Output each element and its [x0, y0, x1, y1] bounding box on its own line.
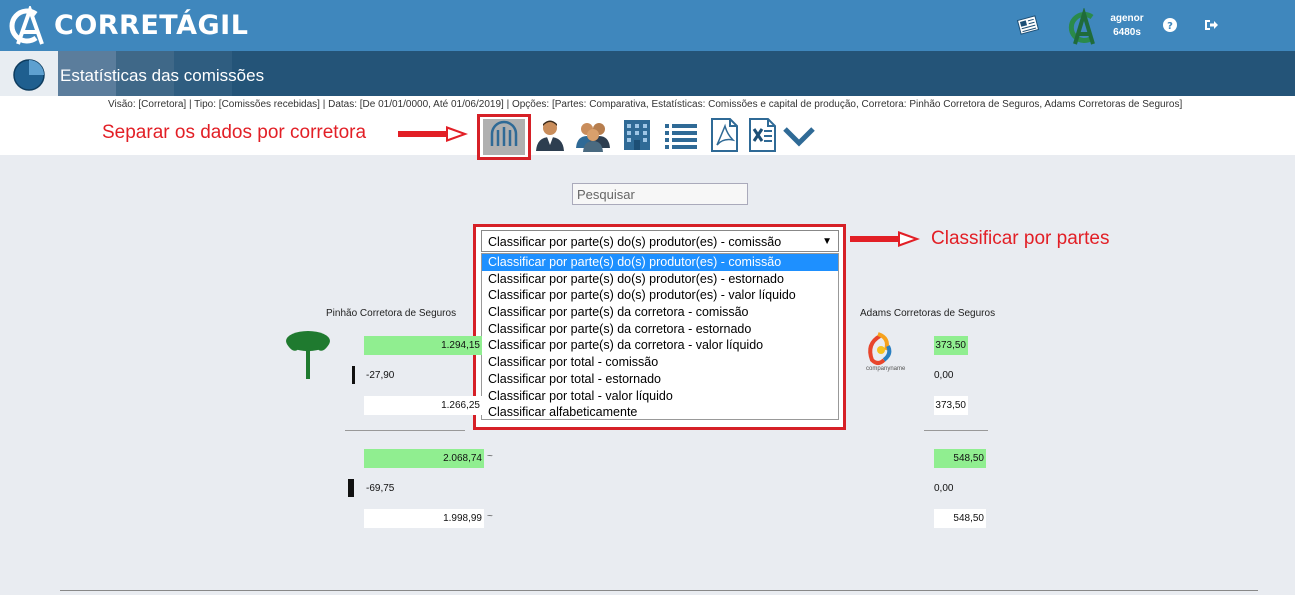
arrow-right-icon — [850, 231, 920, 247]
sort-option[interactable]: Classificar por parte(s) da corretora - … — [482, 304, 838, 321]
pinhao-tree-logo — [286, 331, 330, 379]
bottom-divider — [60, 590, 1258, 591]
filter-summary: Visão: [Corretora] | Tipo: [Comissões re… — [108, 99, 1183, 110]
sort-option[interactable]: Classificar por parte(s) da corretora - … — [482, 337, 838, 354]
annotation-separate: Separar os dados por corretora — [102, 122, 367, 143]
annotation-classify: Classificar por partes — [931, 228, 1110, 249]
part-net-value: 373,50 — [934, 396, 968, 415]
sort-option[interactable]: Classificar por parte(s) do(s) produtor(… — [482, 271, 838, 288]
part-net-value: 1.266,25 — [364, 396, 482, 415]
corretora-name: Adams Corretoras de Seguros — [860, 308, 996, 319]
user-points: 6480s — [1113, 27, 1141, 38]
arrow-right-icon — [398, 126, 468, 142]
sort-option[interactable]: Classificar por total - valor líquido — [482, 388, 838, 405]
brand-name[interactable]: CORRETÁGIL — [54, 10, 248, 41]
total-commission-value: 548,50 — [934, 449, 986, 468]
total-reversed-value: -69,75 — [366, 483, 395, 494]
sort-select[interactable]: Classificar por parte(s) do(s) produtor(… — [481, 230, 839, 252]
search-input[interactable] — [572, 183, 748, 205]
corretora-name: Pinhão Corretora de Seguros — [326, 308, 457, 319]
divider — [345, 430, 465, 431]
divider — [924, 430, 988, 431]
newspaper-icon[interactable] — [1016, 14, 1040, 36]
sort-option[interactable]: Classificar por parte(s) da corretora - … — [482, 321, 838, 338]
building-columns-icon[interactable] — [489, 120, 519, 150]
office-icon[interactable] — [620, 118, 654, 152]
user-name[interactable]: agenor — [1108, 13, 1146, 24]
sort-options-list[interactable]: Classificar por parte(s) do(s) produtor(… — [481, 253, 839, 420]
sort-option[interactable]: Classificar alfabeticamente — [482, 404, 838, 421]
sort-option[interactable]: Classificar por parte(s) do(s) produtor(… — [482, 254, 838, 271]
total-net-value: 1.998,99 — [364, 509, 484, 528]
pie-chart-icon — [13, 59, 45, 91]
chevron-down-icon[interactable] — [782, 118, 816, 152]
help-icon[interactable]: ? — [1162, 17, 1178, 33]
user-icon[interactable] — [533, 118, 567, 152]
part-reversed-value: 0,00 — [934, 370, 954, 381]
total-reversed-value: 0,00 — [934, 483, 954, 494]
sort-option[interactable]: Classificar por total - comissão — [482, 354, 838, 371]
negative-bar — [348, 479, 354, 497]
part-reversed-value: -27,90 — [366, 370, 395, 381]
sort-option[interactable]: Classificar por total - estornado — [482, 371, 838, 388]
group-icon[interactable] — [576, 118, 610, 152]
caret-down-icon[interactable]: ▼ — [822, 236, 832, 247]
total-commission-value: 2.068,74 — [364, 449, 484, 468]
logout-icon[interactable] — [1203, 17, 1219, 33]
pdf-icon[interactable] — [707, 118, 741, 152]
sort-selected-value: Classificar por parte(s) do(s) produtor(… — [488, 235, 782, 249]
sort-option[interactable]: Classificar por parte(s) do(s) produtor(… — [482, 287, 838, 304]
list-icon[interactable] — [664, 118, 698, 152]
total-net-value: 548,50 — [934, 509, 986, 528]
part-commission-value: 373,50 — [934, 336, 968, 355]
user-avatar[interactable] — [1064, 8, 1102, 46]
adams-logo-text: companyname — [866, 366, 906, 372]
corretagil-logo-icon[interactable] — [6, 6, 46, 46]
negative-bar — [352, 366, 355, 384]
page-title: Estatísticas das comissões — [60, 66, 265, 85]
excel-icon[interactable] — [745, 118, 779, 152]
tilde-mark: ~ — [487, 451, 493, 462]
part-commission-value: 1.294,15 — [364, 336, 482, 355]
svg-text:?: ? — [1167, 21, 1173, 32]
tilde-mark: ~ — [487, 511, 493, 522]
